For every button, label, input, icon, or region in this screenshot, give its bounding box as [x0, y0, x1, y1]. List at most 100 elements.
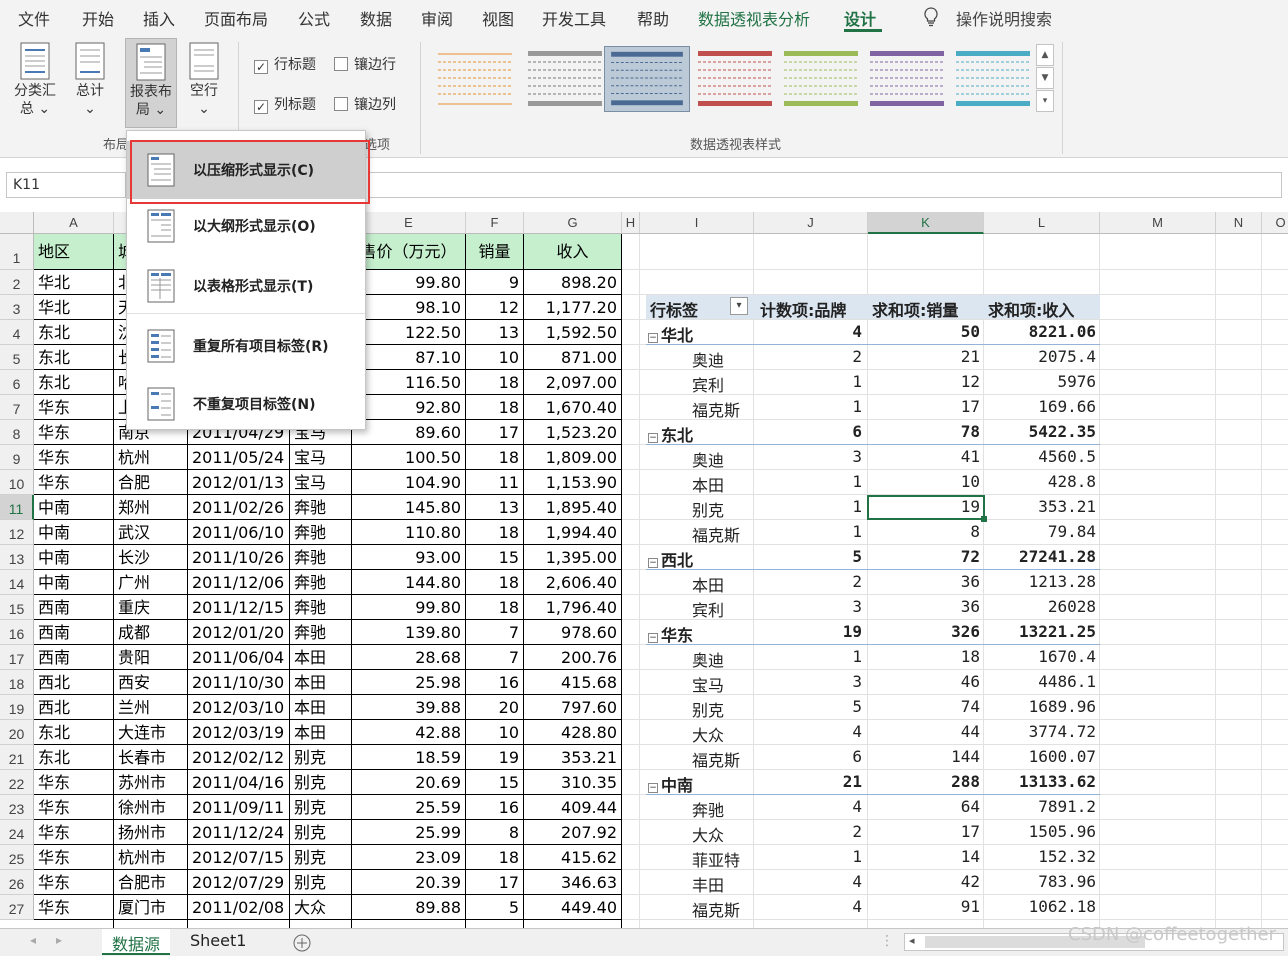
- pivot-value-cell[interactable]: 26028: [984, 597, 1096, 616]
- pivot-value-cell[interactable]: 36: [868, 597, 980, 616]
- pivot-item-label[interactable]: 大众: [692, 722, 724, 746]
- table-cell[interactable]: 797.60: [524, 695, 622, 720]
- table-cell[interactable]: 449.40: [524, 895, 622, 920]
- pivot-group-label[interactable]: − 华东: [648, 622, 693, 646]
- tabular-form-option[interactable]: 以表格形式显示(T): [127, 257, 365, 315]
- table-cell[interactable]: 2011/04/16: [188, 770, 290, 795]
- tab-sheet1[interactable]: Sheet1: [180, 929, 256, 955]
- table-cell[interactable]: 中南: [34, 545, 114, 570]
- tab-splitter-icon[interactable]: ⋮: [880, 933, 894, 949]
- pivot-style-swatch-selected[interactable]: [604, 46, 690, 112]
- pivot-value-cell[interactable]: 46: [868, 672, 980, 691]
- table-cell[interactable]: 2012/02/12: [188, 745, 290, 770]
- collapse-icon[interactable]: −: [648, 633, 658, 643]
- pivot-item-label[interactable]: 福克斯: [692, 397, 740, 421]
- select-all-corner[interactable]: [0, 212, 34, 234]
- table-cell[interactable]: 310.35: [524, 770, 622, 795]
- table-cell[interactable]: 87.10: [352, 345, 466, 370]
- pivot-value-cell[interactable]: 353.21: [984, 497, 1096, 516]
- pivot-item-label[interactable]: 奥迪: [692, 347, 724, 371]
- table-cell[interactable]: 华东: [34, 470, 114, 495]
- source-header-cell[interactable]: 地区: [34, 234, 114, 270]
- row-header[interactable]: 3: [0, 295, 34, 320]
- table-cell[interactable]: 大连市: [114, 720, 188, 745]
- row-header[interactable]: 27: [0, 895, 34, 920]
- table-cell[interactable]: 华东: [34, 895, 114, 920]
- pivot-value-cell[interactable]: 2: [756, 822, 862, 841]
- table-cell[interactable]: 18: [466, 395, 524, 420]
- pivot-value-cell[interactable]: 17: [868, 397, 980, 416]
- table-cell[interactable]: 奔驰: [290, 620, 352, 645]
- pivot-value-cell[interactable]: 6: [756, 422, 862, 441]
- pivot-style-swatch[interactable]: [778, 46, 864, 112]
- table-cell[interactable]: 346.63: [524, 870, 622, 895]
- pivot-value-cell[interactable]: 3: [756, 597, 862, 616]
- no-repeat-labels-option[interactable]: 不重复项目标签(N): [127, 375, 365, 433]
- pivot-group-label[interactable]: − 中南: [648, 772, 693, 796]
- pivot-value-cell[interactable]: 288: [868, 772, 980, 791]
- table-cell[interactable]: 中南: [34, 520, 114, 545]
- pivot-value-cell[interactable]: 10: [868, 472, 980, 491]
- pivot-value-cell[interactable]: 1: [756, 397, 862, 416]
- pivot-value-cell[interactable]: 1689.96: [984, 697, 1096, 716]
- table-cell[interactable]: 杭州: [114, 445, 188, 470]
- table-cell[interactable]: 华东: [34, 770, 114, 795]
- table-cell[interactable]: 99.80: [352, 270, 466, 295]
- table-cell[interactable]: 东北: [34, 720, 114, 745]
- pivot-value-cell[interactable]: 4: [756, 872, 862, 891]
- table-cell[interactable]: 东北: [34, 370, 114, 395]
- pivot-value-cell[interactable]: 1213.28: [984, 572, 1096, 591]
- table-cell[interactable]: 16: [466, 795, 524, 820]
- table-cell[interactable]: 东北: [34, 345, 114, 370]
- pivot-value-cell[interactable]: 7891.2: [984, 797, 1096, 816]
- table-cell[interactable]: 2012/07/29: [188, 870, 290, 895]
- table-cell[interactable]: 428.80: [524, 720, 622, 745]
- table-cell[interactable]: 2011/02/08: [188, 895, 290, 920]
- pivot-value-cell[interactable]: 2075.4: [984, 347, 1096, 366]
- table-cell[interactable]: 99.80: [352, 595, 466, 620]
- pivot-value-cell[interactable]: 1: [756, 497, 862, 516]
- table-cell[interactable]: 1,523.20: [524, 420, 622, 445]
- table-cell[interactable]: 1,670.40: [524, 395, 622, 420]
- table-cell[interactable]: 122.50: [352, 320, 466, 345]
- table-cell[interactable]: 2012/03/10: [188, 695, 290, 720]
- pivot-value-cell[interactable]: 44: [868, 722, 980, 741]
- table-cell[interactable]: 2012/07/15: [188, 845, 290, 870]
- table-cell[interactable]: 徐州市: [114, 795, 188, 820]
- column-header[interactable]: I: [640, 212, 754, 234]
- table-cell[interactable]: 25.99: [352, 820, 466, 845]
- pivot-style-swatch[interactable]: [522, 46, 608, 112]
- pivot-value-cell[interactable]: 2: [756, 572, 862, 591]
- table-cell[interactable]: 2011/12/06: [188, 570, 290, 595]
- table-cell[interactable]: 别克: [290, 820, 352, 845]
- pivot-value-cell[interactable]: 4: [756, 322, 862, 341]
- pivot-value-cell[interactable]: 19: [756, 622, 862, 641]
- row-header[interactable]: 23: [0, 795, 34, 820]
- column-header[interactable]: H: [622, 212, 640, 234]
- pivot-value-cell[interactable]: 42: [868, 872, 980, 891]
- pivot-value-cell[interactable]: 74: [868, 697, 980, 716]
- row-header[interactable]: 14: [0, 570, 34, 595]
- row-headers-checkbox[interactable]: ✓ 行标题: [254, 54, 316, 74]
- table-cell[interactable]: 15: [466, 770, 524, 795]
- tab-prev-icon[interactable]: ◂: [30, 933, 36, 947]
- row-header[interactable]: 16: [0, 620, 34, 645]
- collapse-icon[interactable]: −: [648, 783, 658, 793]
- table-cell[interactable]: 18: [466, 845, 524, 870]
- pivot-value-cell[interactable]: 4560.5: [984, 447, 1096, 466]
- pivot-value-cell[interactable]: 5: [756, 697, 862, 716]
- pivot-item-label[interactable]: 宝马: [692, 672, 724, 696]
- tab-next-icon[interactable]: ▸: [56, 933, 62, 947]
- pivot-value-cell[interactable]: 72: [868, 547, 980, 566]
- pivot-value-cell[interactable]: 50: [868, 322, 980, 341]
- table-cell[interactable]: 13: [466, 320, 524, 345]
- table-cell[interactable]: 合肥市: [114, 870, 188, 895]
- row-header[interactable]: 7: [0, 395, 34, 420]
- table-cell[interactable]: 2012/01/20: [188, 620, 290, 645]
- column-header[interactable]: E: [352, 212, 466, 234]
- pivot-item-label[interactable]: 奥迪: [692, 447, 724, 471]
- table-cell[interactable]: 东北: [34, 745, 114, 770]
- table-cell[interactable]: 18: [466, 570, 524, 595]
- col-headers-checkbox[interactable]: ✓ 列标题: [254, 94, 316, 114]
- pivot-item-label[interactable]: 大众: [692, 822, 724, 846]
